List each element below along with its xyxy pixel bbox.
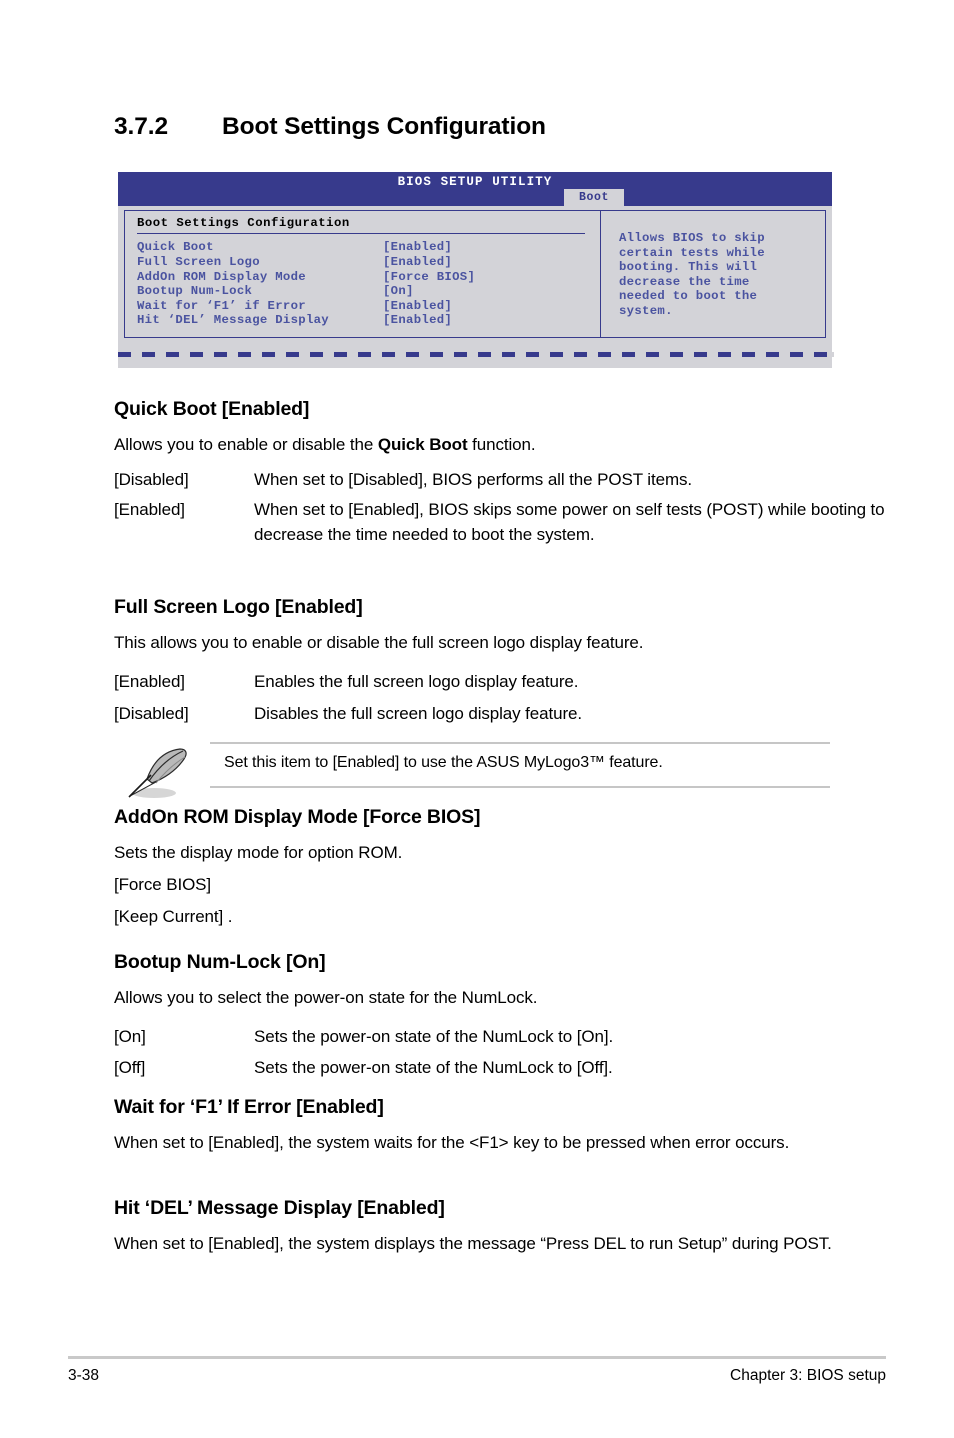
definition-description: When set to [Disabled], BIOS performs al… [254, 470, 693, 489]
heading-hit-del-message-display: Hit ‘DEL’ Message Display [Enabled] [114, 1197, 445, 1219]
bios-help-text: Allows BIOS to skip certain tests while … [619, 231, 765, 318]
note-box: Set this item to [Enabled] to use the AS… [114, 742, 834, 798]
dashed-divider [118, 352, 834, 357]
bios-panel-divider [137, 233, 585, 235]
bios-footer-strip [118, 350, 834, 368]
definition-row: [Off] Sets the power-on state of the Num… [114, 1056, 854, 1081]
definition-term: [Disabled] [114, 704, 189, 723]
footer-page-number: 3-38 [68, 1367, 100, 1384]
section-number: 3.7.2 [114, 113, 168, 140]
heading-bootup-num-lock: Bootup Num-Lock [On] [114, 951, 326, 973]
note-rule-top [210, 742, 830, 744]
bios-item-bootup-num-lock[interactable]: Bootup Num-Lock [On] [137, 284, 600, 299]
section-heading: 3.7.2 Boot Settings Configuration [114, 113, 874, 141]
definition-term: [On] [114, 1027, 146, 1046]
bios-item-label: Hit ‘DEL’ Message Display [137, 313, 329, 328]
heading-quick-boot: Quick Boot [Enabled] [114, 398, 310, 420]
definition-row: [Enabled] When set to [Enabled], BIOS sk… [114, 498, 904, 547]
bios-item-label: Bootup Num-Lock [137, 284, 253, 299]
bios-item-addon-rom-display-mode[interactable]: AddOn ROM Display Mode [Force BIOS] [137, 270, 600, 285]
definition-term: [Disabled] [114, 470, 189, 489]
bios-panel-title: Boot Settings Configuration [137, 216, 350, 230]
definition-row: [On] Sets the power-on state of the NumL… [114, 1025, 854, 1050]
definition-description: Enables the full screen logo display fea… [254, 672, 579, 691]
bios-item-value: [On] [383, 284, 414, 299]
definition-row: [Enabled] Enables the full screen logo d… [114, 670, 854, 695]
note-rule-bottom [210, 786, 830, 788]
paragraph-addon-rom-intro: Sets the display mode for option ROM. [114, 843, 403, 862]
bios-item-value: [Force BIOS] [383, 269, 476, 284]
paragraph-hit-del-intro: When set to [Enabled], the system displa… [114, 1234, 832, 1253]
page-title: Boot Settings Configuration [222, 113, 546, 140]
quill-pen-icon [128, 748, 187, 798]
bios-item-full-screen-logo[interactable]: Full Screen Logo [Enabled] [137, 255, 600, 270]
definition-description: Sets the power-on state of the NumLock t… [254, 1027, 614, 1046]
paragraph-wait-for-f1-intro: When set to [Enabled], the system waits … [114, 1133, 790, 1152]
bios-item-hit-del-message-display[interactable]: Hit ‘DEL’ Message Display [Enabled] [137, 313, 600, 328]
heading-full-screen-logo: Full Screen Logo [Enabled] [114, 596, 363, 618]
bios-item-value: [Enabled] [383, 298, 453, 313]
definition-term: [Off] [114, 1058, 146, 1077]
bios-settings-panel: Boot Settings Configuration Quick Boot [E… [125, 211, 601, 337]
definition-description: Disables the full screen logo display fe… [254, 704, 583, 723]
paragraph-bootup-num-lock-intro: Allows you to select the power-on state … [114, 988, 538, 1007]
definition-row: [Disabled] When set to [Disabled], BIOS … [114, 468, 854, 493]
heading-addon-rom-display-mode: AddOn ROM Display Mode [Force BIOS] [114, 806, 481, 828]
footer-chapter: Chapter 3: BIOS setup [730, 1367, 886, 1384]
definition-term: [Enabled] [114, 500, 185, 519]
bios-body: Boot Settings Configuration Quick Boot [E… [118, 206, 832, 350]
definition-term: [Enabled] [114, 672, 185, 691]
intro-pre: Allows you to enable or disable the [114, 435, 378, 454]
definition-description: Sets the power-on state of the NumLock t… [254, 1058, 613, 1077]
option-keep-current: [Keep Current] . [114, 907, 233, 926]
option-force-bios: [Force BIOS] [114, 875, 212, 894]
note-text: Set this item to [Enabled] to use the AS… [224, 754, 663, 771]
document-page: 3.7.2 Boot Settings Configuration BIOS S… [0, 0, 954, 1438]
footer-divider [68, 1356, 886, 1359]
bios-utility-title: BIOS SETUP UTILITY [397, 175, 553, 189]
bios-item-value: [Enabled] [383, 240, 453, 255]
bios-panels: Boot Settings Configuration Quick Boot [E… [124, 210, 826, 338]
bios-setup-figure: BIOS SETUP UTILITY Boot Boot Settings Co… [118, 172, 834, 368]
bios-item-quick-boot[interactable]: Quick Boot [Enabled] [137, 240, 600, 255]
tab-boot[interactable]: Boot [564, 189, 624, 206]
bios-item-value: [Enabled] [383, 254, 453, 269]
bios-item-label: Full Screen Logo [137, 254, 260, 269]
bios-item-value: [Enabled] [383, 313, 453, 328]
bios-item-label: Quick Boot [137, 240, 214, 255]
bios-header-bar: BIOS SETUP UTILITY Boot [118, 172, 832, 206]
bios-help-panel: Allows BIOS to skip certain tests while … [601, 211, 825, 337]
paragraph-quick-boot-intro: Allows you to enable or disable the Quic… [114, 433, 536, 458]
paragraph-full-screen-logo-intro: This allows you to enable or disable the… [114, 633, 644, 652]
intro-bold: Quick Boot [377, 435, 468, 454]
definition-row: [Disabled] Disables the full screen logo… [114, 702, 854, 727]
bios-item-wait-for-f1-if-error[interactable]: Wait for ‘F1’ if Error [Enabled] [137, 299, 600, 314]
intro-post: function. [467, 435, 536, 454]
bios-item-label: Wait for ‘F1’ if Error [137, 298, 306, 313]
definition-description: When set to [Enabled], BIOS skips some p… [254, 500, 885, 544]
heading-wait-for-f1: Wait for ‘F1’ If Error [Enabled] [114, 1096, 384, 1118]
bios-item-label: AddOn ROM Display Mode [137, 269, 306, 284]
